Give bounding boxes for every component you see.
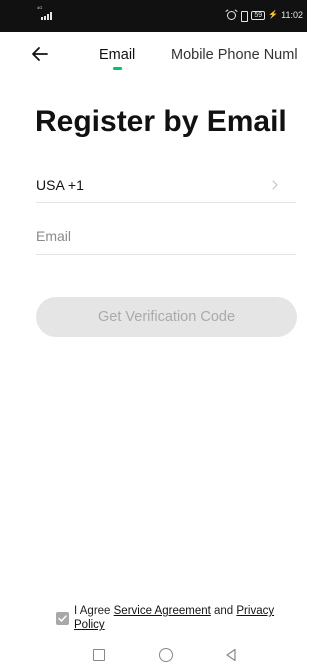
charging-icon: ⚡ <box>268 10 279 19</box>
status-right-group: 59 ⚡ 11:02 <box>227 10 303 22</box>
agreement-text: I Agree Service Agreement and Privacy Po… <box>74 604 302 632</box>
country-code-value: USA +1 <box>36 177 84 193</box>
email-field-container <box>36 220 296 255</box>
country-code-selector[interactable]: USA +1 <box>36 168 296 203</box>
tab-email[interactable]: Email <box>99 46 135 64</box>
signal-bars-icon <box>41 12 52 20</box>
header: Email Mobile Phone Numl <box>0 32 307 80</box>
agreement-middle: and <box>210 605 237 617</box>
agreement-row: I Agree Service Agreement and Privacy Po… <box>56 604 301 636</box>
home-circle-icon[interactable] <box>159 648 173 662</box>
get-verification-code-button[interactable]: Get Verification Code <box>36 297 297 337</box>
checkmark-icon <box>58 615 67 622</box>
email-input[interactable] <box>36 220 296 252</box>
network-type-label: 4G <box>37 5 43 10</box>
status-time: 11:02 <box>281 10 303 20</box>
agreement-prefix: I Agree <box>74 605 114 617</box>
tab-mobile-phone[interactable]: Mobile Phone Numl <box>171 46 298 64</box>
page-title: Register by Email <box>35 105 287 138</box>
service-agreement-link[interactable]: Service Agreement <box>114 605 211 617</box>
back-triangle-icon[interactable] <box>224 648 238 662</box>
battery-level: 59 <box>254 11 263 19</box>
alarm-icon <box>227 10 237 20</box>
vibrate-icon <box>239 10 249 22</box>
chevron-right-icon <box>272 180 278 190</box>
recent-apps-square-icon[interactable] <box>93 649 105 661</box>
battery-icon: 59 <box>251 10 266 20</box>
back-arrow-icon[interactable] <box>30 44 50 64</box>
status-bar: 4G 59 ⚡ 11:02 <box>0 0 307 32</box>
signal-indicator: 4G <box>37 6 52 20</box>
active-tab-indicator <box>113 67 122 70</box>
agreement-checkbox[interactable] <box>56 612 69 625</box>
system-nav-bar <box>0 644 307 666</box>
